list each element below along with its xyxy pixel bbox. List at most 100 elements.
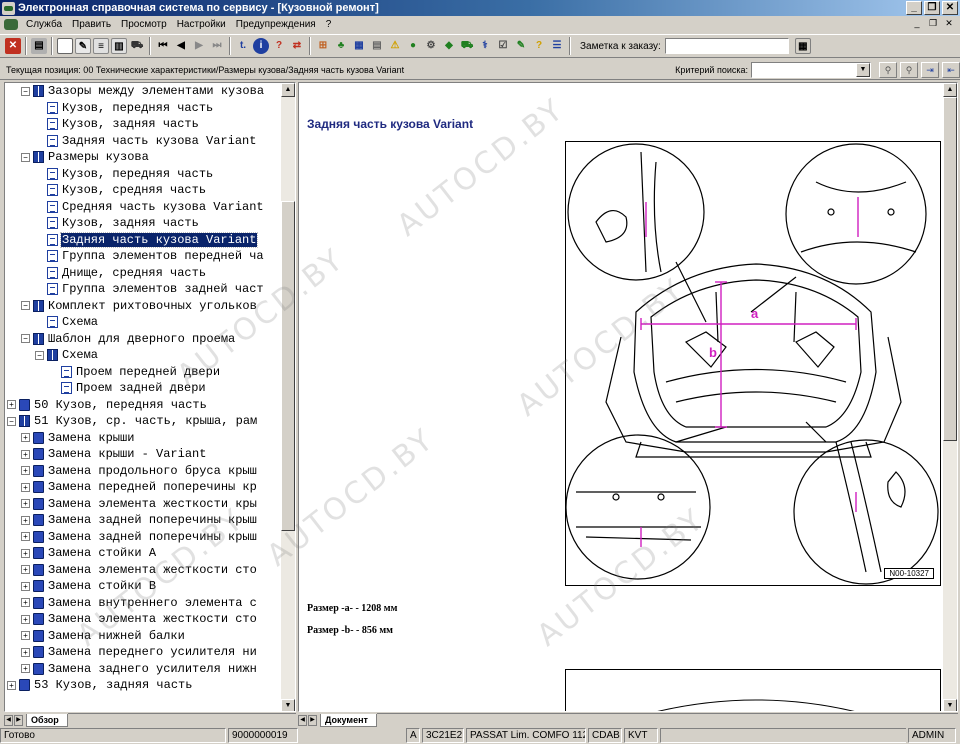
tab-prev-icon[interactable]: ◀: [4, 714, 13, 726]
tree-item[interactable]: Днище, средняя часть: [47, 265, 207, 281]
previous-page-icon[interactable]: ◀: [173, 38, 189, 54]
tab-prev-icon[interactable]: ◀: [298, 714, 307, 726]
tree-item[interactable]: Группа элементов передней ча: [47, 248, 265, 264]
tree-item[interactable]: + Замена крыши - Variant: [21, 446, 207, 462]
tree-item[interactable]: + Замена элемента жесткости сто: [21, 611, 258, 627]
collapse-icon[interactable]: −: [21, 301, 30, 310]
tree-item[interactable]: Кузов, задняя часть: [47, 116, 200, 132]
minimize-button[interactable]: _: [906, 1, 922, 15]
grid-icon[interactable]: ⊞: [315, 38, 331, 54]
tree-item[interactable]: Схема: [47, 314, 99, 330]
expand-icon[interactable]: +: [21, 515, 30, 525]
diagnosis-icon[interactable]: ⚕: [477, 38, 493, 54]
scroll-up-icon[interactable]: ▲: [281, 83, 295, 97]
menu-view[interactable]: Просмотр: [116, 19, 172, 30]
tree-item[interactable]: Проем задней двери: [61, 380, 207, 396]
tree-item[interactable]: Задняя часть кузова Variant: [47, 133, 257, 149]
next-page-icon[interactable]: ▶: [191, 38, 207, 54]
tree-item[interactable]: + Замена стойки А: [21, 545, 157, 561]
print-icon[interactable]: ▤: [31, 38, 47, 54]
tree-item[interactable]: +50 Кузов, передняя часть: [7, 397, 208, 413]
menu-help[interactable]: ?: [321, 19, 337, 30]
tree-item[interactable]: − Схема: [35, 347, 99, 363]
expand-icon[interactable]: +: [7, 400, 16, 409]
book-icon[interactable]: ▦: [351, 38, 367, 54]
order-note-input[interactable]: [664, 38, 789, 54]
expand-icon[interactable]: +: [21, 466, 30, 475]
document-scrollbar[interactable]: ▲ ▼: [943, 83, 957, 711]
tree-item[interactable]: + Замена крыши: [21, 430, 135, 446]
tree-item[interactable]: + Замена задней поперечины крыш: [21, 529, 258, 545]
expand-icon[interactable]: +: [21, 548, 30, 558]
tab-next-icon[interactable]: ▶: [308, 714, 317, 726]
tree-item[interactable]: + Замена заднего усилителя нижн: [21, 661, 258, 677]
tab-next-icon[interactable]: ▶: [14, 714, 23, 726]
collapse-icon[interactable]: −: [35, 350, 44, 360]
expand-icon[interactable]: +: [21, 499, 30, 508]
tree-item[interactable]: Проем передней двери: [61, 364, 221, 380]
table-icon[interactable]: ▤: [369, 38, 385, 54]
tab-document[interactable]: Документ: [320, 713, 377, 727]
tab-overview[interactable]: Обзор: [26, 713, 68, 727]
order-note-button[interactable]: ▦: [794, 38, 811, 54]
expand-icon[interactable]: +: [21, 647, 30, 657]
tree-item[interactable]: Кузов, передняя часть: [47, 100, 214, 116]
tree-scrollbar[interactable]: ▲ ▼: [281, 83, 295, 711]
tree-item[interactable]: Средняя часть кузова Variant: [47, 199, 265, 215]
tree-item[interactable]: Кузов, передняя часть: [47, 166, 214, 182]
expand-icon[interactable]: +: [21, 598, 30, 607]
scroll-down-icon[interactable]: ▼: [281, 699, 295, 711]
edit-document-icon[interactable]: ✎: [75, 38, 91, 54]
help-icon[interactable]: ?: [271, 38, 287, 54]
expand-icon[interactable]: +: [21, 614, 30, 624]
tree-icon[interactable]: ♣: [333, 38, 349, 54]
expand-icon[interactable]: +: [21, 532, 30, 541]
exit-icon[interactable]: ✕: [5, 38, 21, 54]
scroll-down-icon[interactable]: ▼: [943, 699, 957, 711]
document-list-icon[interactable]: ≡: [93, 38, 109, 54]
tree-item[interactable]: − 51 Кузов, ср. часть, крыша, рам: [7, 413, 258, 429]
expand-icon[interactable]: +: [21, 565, 30, 574]
tree-item-selected[interactable]: Задняя часть кузова Variant: [47, 231, 259, 248]
tree-item[interactable]: + Замена внутреннего элемента с: [21, 595, 258, 611]
level-up-icon[interactable]: t.: [235, 38, 251, 54]
tree-item[interactable]: +53 Кузов, задняя часть: [7, 677, 193, 693]
expand-icon[interactable]: +: [21, 581, 30, 591]
mdi-restore-button[interactable]: ❐: [926, 18, 940, 30]
new-document-icon[interactable]: [57, 38, 73, 54]
notes-icon[interactable]: ▥: [111, 38, 127, 54]
search-icon[interactable]: ⚲: [879, 61, 897, 78]
search-next-icon[interactable]: ⚲: [900, 61, 918, 78]
collapse-icon[interactable]: −: [21, 334, 30, 343]
mdi-minimize-button[interactable]: _: [910, 18, 924, 30]
tool-icon[interactable]: ⚙: [423, 38, 439, 54]
document-scroll-thumb[interactable]: [943, 97, 957, 441]
oil-icon[interactable]: ◆: [441, 38, 457, 54]
last-page-icon[interactable]: ⏭: [209, 38, 225, 54]
expand-icon[interactable]: +: [21, 449, 30, 459]
car-icon[interactable]: ⛟: [129, 38, 145, 54]
collapse-tree-icon[interactable]: ⇤: [942, 61, 960, 78]
tree-item[interactable]: + Замена задней поперечины крыш: [21, 512, 258, 528]
lines-icon[interactable]: ☰: [549, 38, 565, 54]
menu-edit[interactable]: Править: [67, 19, 116, 30]
menu-settings[interactable]: Настройки: [172, 19, 231, 30]
tree-item[interactable]: − Размеры кузова: [21, 149, 150, 165]
search-criteria-select[interactable]: ▼: [751, 61, 871, 78]
info-icon[interactable]: i: [253, 38, 269, 54]
edit-note-icon[interactable]: ✎: [513, 38, 529, 54]
tree-item[interactable]: Кузов, средняя часть: [47, 182, 207, 198]
tree-item[interactable]: + Замена стойки В: [21, 578, 157, 594]
warning-icon[interactable]: ⚠: [387, 38, 403, 54]
expand-icon[interactable]: +: [21, 664, 30, 673]
tree-item[interactable]: Группа элементов задней част: [47, 281, 265, 297]
globe-icon[interactable]: ●: [405, 38, 421, 54]
close-button[interactable]: ✕: [942, 1, 958, 15]
tree-item[interactable]: + Замена продольного бруса крыш: [21, 463, 258, 479]
tree-item[interactable]: + Замена переднего усилителя ни: [21, 644, 258, 660]
collapse-icon[interactable]: −: [21, 152, 30, 162]
tree-item[interactable]: − Комплект рихтовочных угольков: [21, 298, 258, 314]
checklist-icon[interactable]: ☑: [495, 38, 511, 54]
chevron-down-icon[interactable]: ▼: [856, 62, 870, 77]
tree-item[interactable]: − Зазоры между элементами кузова: [21, 83, 265, 99]
